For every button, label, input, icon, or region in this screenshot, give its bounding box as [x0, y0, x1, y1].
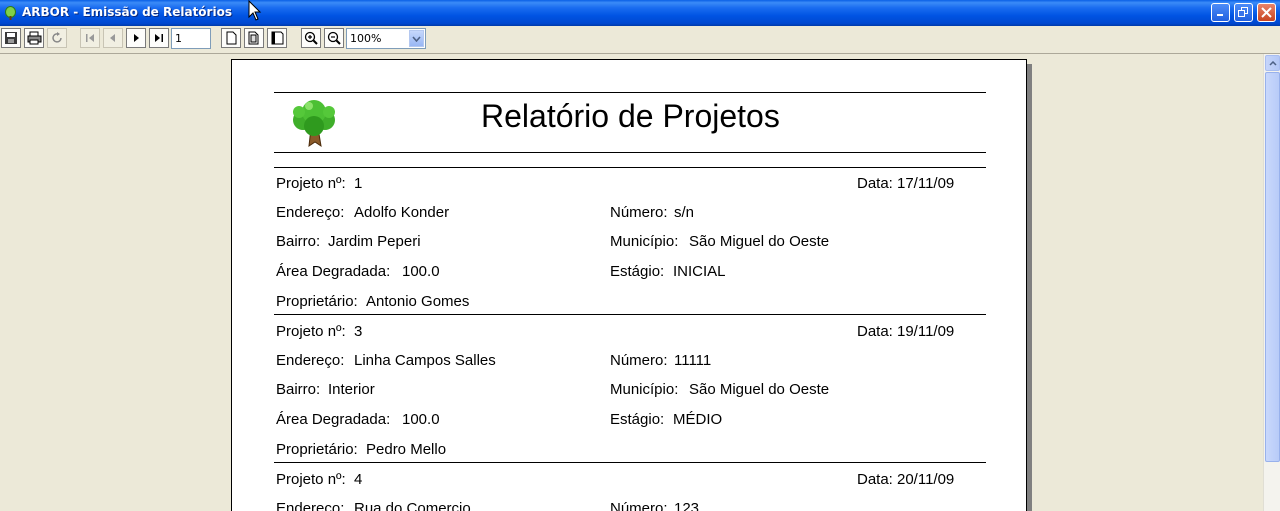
address-label: Endereço: — [276, 500, 345, 511]
degraded-area-label: Área Degradada: — [276, 411, 391, 428]
report-title: Relatório de Projetos — [481, 98, 780, 134]
neighborhood-label: Bairro: — [276, 381, 321, 398]
restore-button[interactable] — [1234, 3, 1253, 22]
refresh-button[interactable] — [47, 28, 67, 48]
first-page-button[interactable] — [80, 28, 100, 48]
municipality-label: Município: — [610, 381, 679, 398]
print-button[interactable] — [24, 28, 44, 48]
scroll-thumb[interactable] — [1265, 72, 1280, 462]
owner-label: Proprietário: — [276, 441, 358, 458]
mouse-pointer-icon — [248, 0, 262, 21]
number-value: 11111 — [674, 352, 712, 369]
report-page: Relatório de Projetos Projeto nº: 1 Data… — [231, 59, 1027, 511]
single-page-button[interactable] — [221, 28, 241, 48]
date-label: Data: — [857, 471, 893, 488]
chevron-up-icon — [1268, 60, 1277, 66]
record-separator — [274, 314, 986, 315]
previous-page-icon — [110, 34, 115, 42]
neighborhood-value: Interior — [328, 381, 375, 398]
facing-pages-button[interactable] — [244, 28, 264, 48]
title-bar[interactable]: ARBOR - Emissão de Relatórios — [0, 0, 1280, 26]
save-button[interactable] — [1, 28, 21, 48]
page-width-icon — [271, 31, 283, 45]
minimize-button[interactable] — [1211, 3, 1230, 22]
number-label: Número: — [610, 500, 668, 511]
zoom-in-button[interactable] — [301, 28, 321, 48]
project-date: 19/11/09 — [897, 323, 955, 340]
zoom-in-icon — [304, 31, 318, 45]
project-date: 17/11/09 — [897, 175, 955, 192]
address-value: Rua do Comercio — [354, 500, 471, 511]
header-rule-bottom — [274, 152, 986, 153]
project-number: 1 — [354, 175, 363, 192]
stage-value: INICIAL — [673, 263, 726, 280]
date-label: Data: — [857, 175, 893, 192]
degraded-area-value: 100.0 — [402, 263, 440, 280]
restore-icon — [1238, 7, 1248, 17]
owner-value: Pedro Mello — [366, 441, 447, 458]
refresh-icon — [52, 32, 62, 43]
number-label: Número: — [610, 204, 668, 221]
address-label: Endereço: — [276, 352, 345, 369]
print-icon — [27, 31, 41, 45]
single-page-icon — [226, 31, 237, 45]
owner-label: Proprietário: — [276, 293, 358, 310]
window-title: ARBOR - Emissão de Relatórios — [22, 5, 232, 19]
address-value: Adolfo Konder — [354, 204, 450, 221]
project-date: 20/11/09 — [897, 471, 955, 488]
record-separator — [274, 462, 986, 463]
last-page-button[interactable] — [149, 28, 169, 48]
neighborhood-label: Bairro: — [276, 233, 321, 250]
degraded-area-value: 100.0 — [402, 411, 440, 428]
tree-logo-icon — [293, 100, 335, 148]
project-number-label: Projeto nº: — [276, 175, 346, 192]
address-label: Endereço: — [276, 204, 345, 221]
chevron-down-icon — [412, 35, 421, 42]
project-number-label: Projeto nº: — [276, 323, 346, 340]
zoom-value: 100% — [350, 32, 382, 45]
date-label: Data: — [857, 323, 893, 340]
project-number: 4 — [354, 471, 363, 488]
minimize-icon — [1217, 14, 1223, 16]
municipality-label: Município: — [610, 233, 679, 250]
tree-app-icon — [5, 6, 16, 20]
zoom-out-icon — [327, 31, 341, 45]
number-value: 123 — [674, 500, 700, 511]
number-label: Número: — [610, 352, 668, 369]
first-page-icon — [86, 34, 94, 42]
municipality-value: São Miguel do Oeste — [689, 381, 830, 398]
address-value: Linha Campos Salles — [354, 352, 496, 369]
owner-value: Antonio Gomes — [366, 293, 470, 310]
header-rule-top — [274, 92, 986, 93]
next-page-icon — [134, 34, 139, 42]
last-page-icon — [155, 34, 163, 42]
page-number-input[interactable]: 1 — [171, 28, 211, 49]
facing-pages-icon — [248, 31, 258, 45]
degraded-area-label: Área Degradada: — [276, 263, 391, 280]
report-viewer[interactable]: Relatório de Projetos Projeto nº: 1 Data… — [0, 54, 1263, 511]
number-value: s/n — [674, 204, 695, 221]
save-icon — [5, 32, 17, 44]
project-number: 3 — [354, 323, 363, 340]
vertical-scrollbar[interactable] — [1263, 54, 1280, 511]
stage-value: MÉDIO — [673, 411, 723, 428]
stage-label: Estágio: — [610, 263, 665, 280]
next-page-button[interactable] — [126, 28, 146, 48]
municipality-value: São Miguel do Oeste — [689, 233, 830, 250]
close-icon — [1261, 7, 1272, 18]
zoom-select[interactable]: 100% — [346, 28, 426, 49]
stage-label: Estágio: — [610, 411, 665, 428]
page-width-button[interactable] — [267, 28, 287, 48]
neighborhood-value: Jardim Peperi — [328, 233, 421, 250]
project-number-label: Projeto nº: — [276, 471, 346, 488]
previous-page-button[interactable] — [103, 28, 123, 48]
zoom-out-button[interactable] — [324, 28, 344, 48]
scroll-up-button[interactable] — [1265, 55, 1280, 71]
records-rule-top — [274, 167, 986, 168]
close-button[interactable] — [1257, 3, 1276, 22]
zoom-dropdown-button[interactable] — [409, 30, 424, 47]
